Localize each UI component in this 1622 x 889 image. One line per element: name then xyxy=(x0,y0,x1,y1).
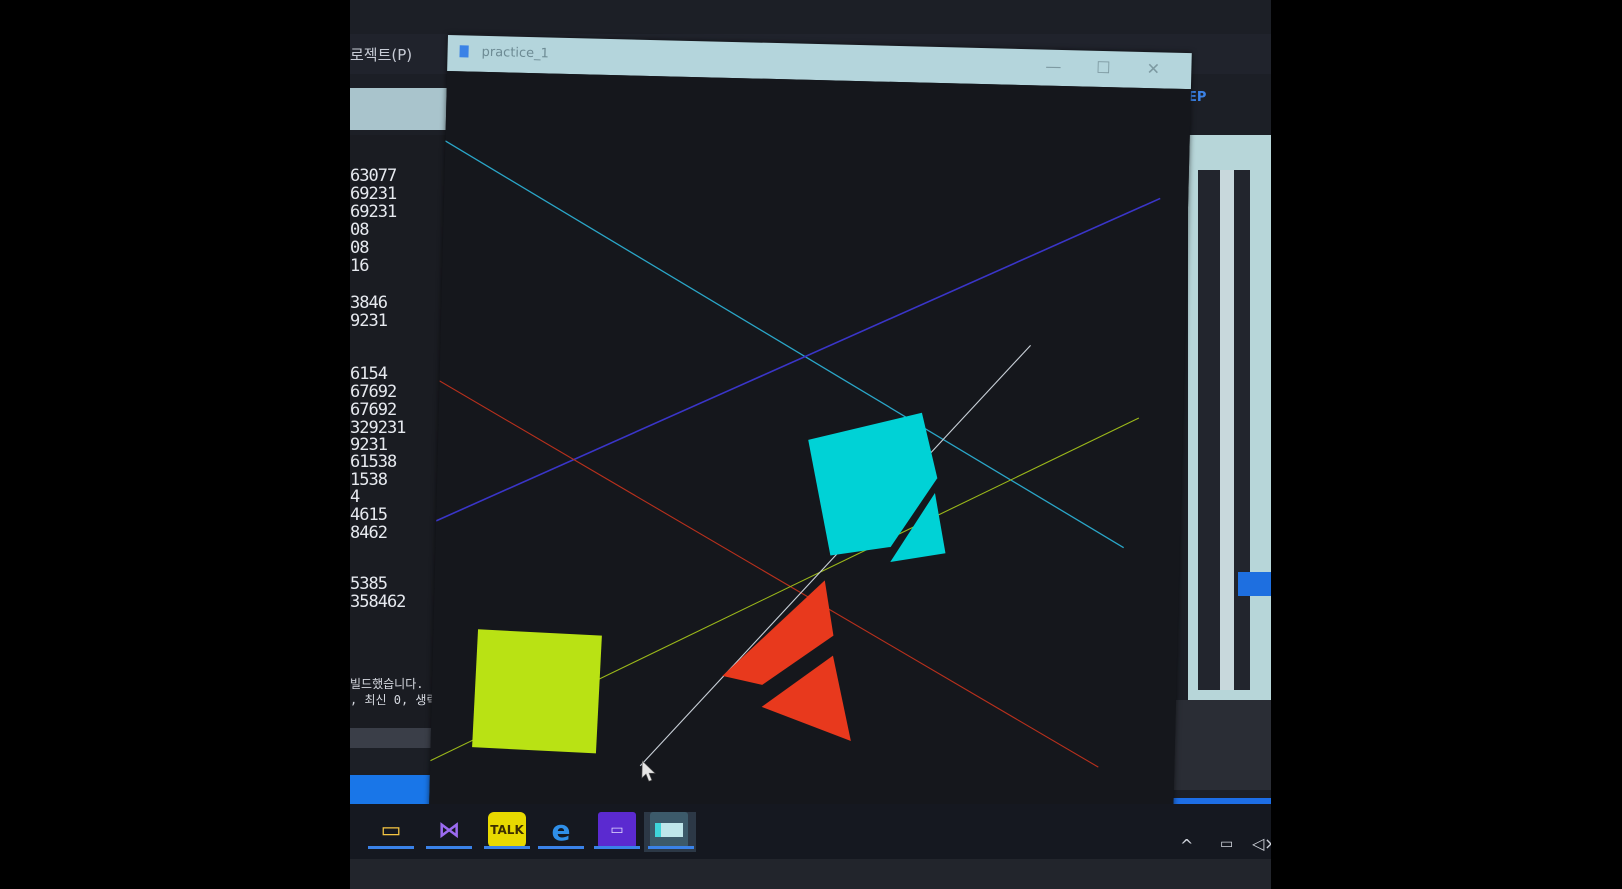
output-line: 4615 xyxy=(350,505,388,525)
window-title: practice_1 xyxy=(481,44,550,62)
tray-chevron-icon[interactable]: ^ xyxy=(1180,836,1193,855)
mouse-cursor-icon xyxy=(641,760,656,782)
edge-icon[interactable]: e xyxy=(542,812,580,848)
right-scrollbar[interactable] xyxy=(1220,170,1234,690)
output-line: 69231 xyxy=(350,202,397,222)
output-line: 3846 xyxy=(350,293,388,313)
output-line: 9231 xyxy=(350,311,388,331)
app-window[interactable]: practice_1 — ☐ ✕ xyxy=(428,35,1192,838)
menu-project[interactable]: 로젝트(P) xyxy=(350,44,412,65)
output-line: 358462 xyxy=(350,592,406,612)
visual-studio-icon[interactable]: ⋈ xyxy=(430,812,468,848)
render-canvas[interactable] xyxy=(428,70,1191,838)
output-line: 08 xyxy=(350,220,370,240)
kakaotalk-icon[interactable]: TALK xyxy=(488,812,526,848)
output-line: 69231 xyxy=(350,184,397,204)
taskbar-indicator xyxy=(484,846,530,849)
line-blue xyxy=(435,197,1161,522)
minimize-button[interactable]: — xyxy=(1033,53,1074,80)
terminal-icon[interactable]: ▭ xyxy=(598,812,636,848)
output-line: 16 xyxy=(350,256,370,276)
scene-svg xyxy=(430,140,1161,782)
monitor-bezel xyxy=(350,859,1271,889)
close-button[interactable]: ✕ xyxy=(1133,56,1174,83)
volume-muted-icon[interactable]: ◁× xyxy=(1252,834,1271,853)
app-window-glyph xyxy=(655,823,683,837)
folder-icon[interactable]: ▭ xyxy=(372,812,410,848)
taskbar-indicator xyxy=(368,846,414,849)
output-line: 8462 xyxy=(350,523,388,543)
line-cyan xyxy=(445,140,1125,549)
output-line: 08 xyxy=(350,238,370,258)
taskbar-indicator xyxy=(538,846,584,849)
ide-status-bar xyxy=(350,775,438,804)
output-line: 67692 xyxy=(350,382,397,402)
output-line: 5385 xyxy=(350,574,388,594)
output-line: 6154 xyxy=(350,364,388,384)
output-line: 67692 xyxy=(350,400,397,420)
taskbar-indicator xyxy=(594,846,640,849)
yellow-square xyxy=(472,629,602,754)
taskbar-indicator xyxy=(426,846,472,849)
ide-toolbar-strip xyxy=(350,88,448,130)
output-line: 61538 xyxy=(350,452,397,472)
output-line: 63077 xyxy=(350,166,397,186)
taskbar-indicator xyxy=(648,846,694,849)
photo-of-monitor: 로젝트(P) 63077 69231 69231 08 08 16 3846 9231 6154… xyxy=(350,0,1271,889)
output-line: 4 xyxy=(350,487,360,507)
right-selection-highlight xyxy=(1238,572,1271,596)
app-icon xyxy=(459,45,469,58)
maximize-button[interactable]: ☐ xyxy=(1083,55,1124,82)
battery-icon[interactable]: ▭ xyxy=(1220,836,1233,852)
app-window-icon[interactable] xyxy=(650,812,688,848)
